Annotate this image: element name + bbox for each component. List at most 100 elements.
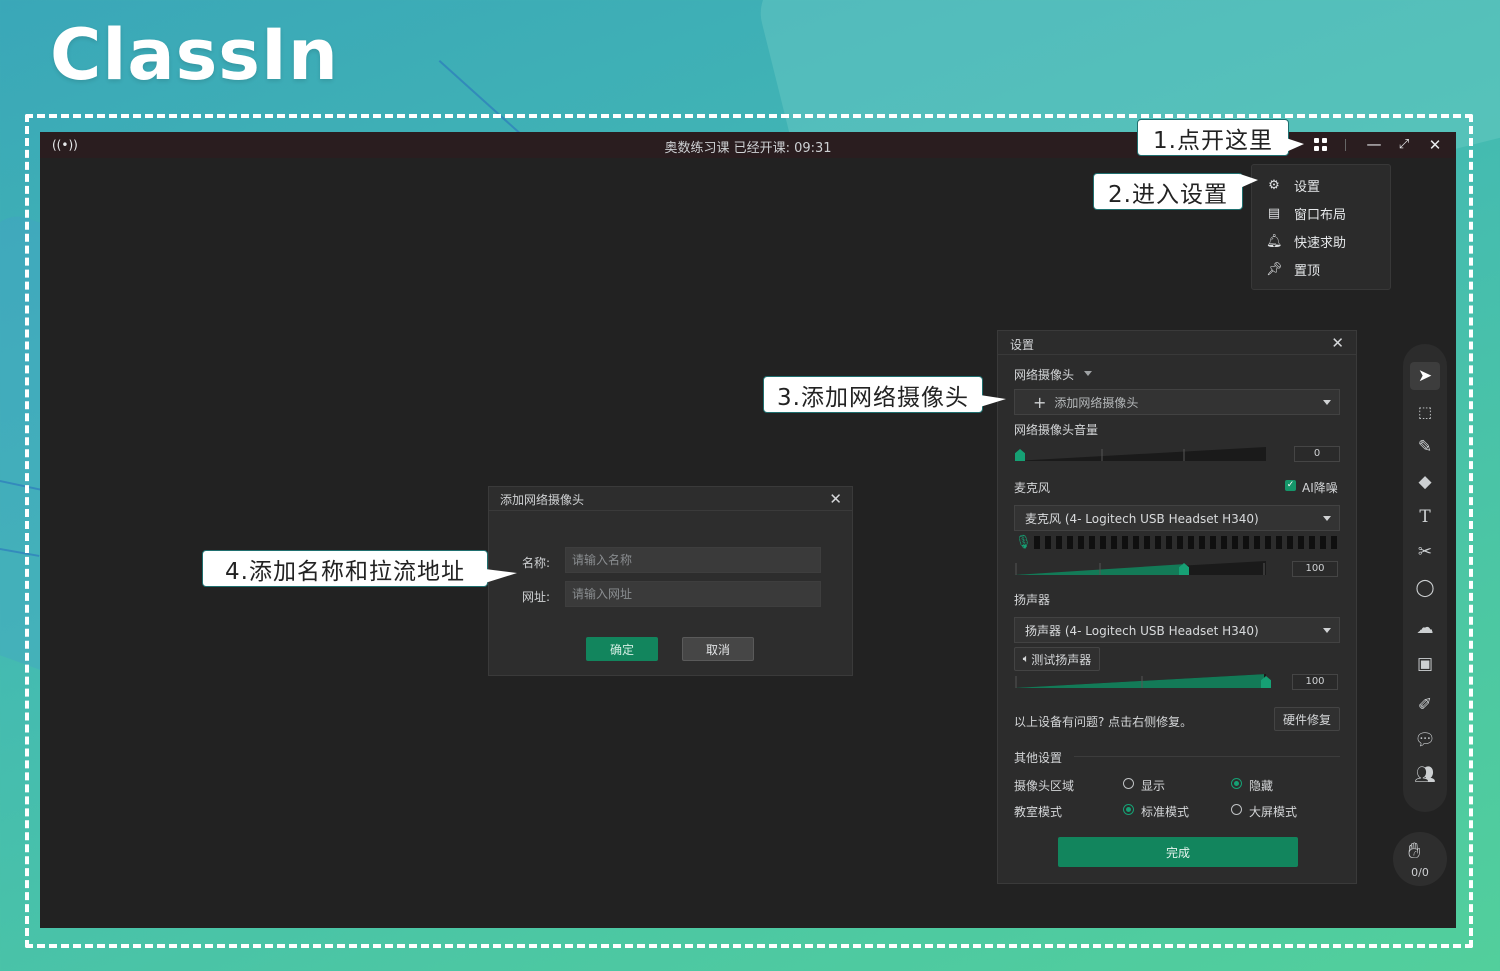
speaker-volume-slider[interactable] bbox=[1014, 672, 1266, 690]
meter-segment bbox=[1133, 536, 1139, 549]
ai-noise-checkbox[interactable]: ✓ bbox=[1285, 480, 1296, 491]
mic-volume-slider[interactable] bbox=[1014, 559, 1266, 577]
select-area-icon[interactable]: ⬚ bbox=[1410, 398, 1440, 426]
section-divider bbox=[1074, 756, 1340, 757]
meter-segment bbox=[1199, 536, 1205, 549]
camera-area-label: 摄像头区域 bbox=[1014, 779, 1075, 793]
restore-icon[interactable]: ⤢ bbox=[1396, 135, 1412, 155]
meter-segment bbox=[1331, 536, 1337, 549]
menu-item-label: 设置 bbox=[1294, 179, 1321, 195]
cancel-button[interactable]: 取消 bbox=[682, 637, 754, 661]
chat-icon[interactable]: 💬︎ bbox=[1410, 726, 1440, 754]
meter-segment bbox=[1045, 536, 1051, 549]
confirm-button[interactable]: 确定 bbox=[586, 637, 658, 661]
meter-segment bbox=[1056, 536, 1062, 549]
chevron-down-icon bbox=[1323, 400, 1331, 405]
speaker-label: 扬声器 bbox=[1014, 593, 1051, 607]
bell-icon: 🔔︎ bbox=[1266, 233, 1283, 249]
settings-title: 设置 bbox=[1010, 338, 1035, 352]
microphone-icon: 🎙︎ bbox=[1015, 535, 1032, 550]
raise-hand-button[interactable]: ✋︎ 0/0 bbox=[1393, 832, 1447, 886]
callout-step1: 1.点开这里 bbox=[1137, 119, 1304, 156]
menu-item-layout[interactable]: ▤ 窗口布局 bbox=[1266, 203, 1346, 223]
speaker-device-dropdown[interactable]: 扬声器 (4- Logitech USB Headset H340) bbox=[1014, 617, 1340, 643]
meter-segment bbox=[1166, 536, 1172, 549]
radio-label: 标准模式 bbox=[1141, 805, 1190, 819]
webcam-section-label: 网络摄像头 bbox=[1014, 368, 1075, 382]
meter-segment bbox=[1320, 536, 1326, 549]
webcam-volume-value[interactable]: 0 bbox=[1294, 446, 1340, 462]
url-input[interactable] bbox=[565, 581, 821, 607]
meter-segment bbox=[1287, 536, 1293, 549]
eraser-icon[interactable]: ◆ bbox=[1410, 468, 1440, 496]
mic-device-dropdown[interactable]: 麦克风 (4- Logitech USB Headset H340) bbox=[1014, 505, 1340, 531]
camera-area-hide-radio[interactable] bbox=[1231, 778, 1242, 789]
chevron-down-icon bbox=[1323, 516, 1331, 521]
meter-segment bbox=[1309, 536, 1315, 549]
bigscreen-mode-radio[interactable] bbox=[1231, 804, 1242, 815]
whiteboard-toolbar: ➤ ⬚ ✎ ◆ T ✂ ◯ ☁ ▣ ✐ 💬︎ 👥︎ bbox=[1403, 344, 1447, 812]
standard-mode-radio[interactable] bbox=[1123, 804, 1134, 815]
hand-icon: ✋︎ bbox=[1408, 839, 1421, 864]
speaker-volume-value[interactable]: 100 bbox=[1292, 674, 1338, 690]
mic-level-meter bbox=[1034, 536, 1337, 549]
add-webcam-dropdown[interactable]: + 添加网络摄像头 bbox=[1014, 389, 1340, 415]
close-icon[interactable]: ✕ bbox=[1331, 335, 1344, 351]
webcam-volume-slider[interactable] bbox=[1014, 445, 1266, 463]
pin-icon: 📌︎ bbox=[1266, 261, 1283, 277]
meter-segment bbox=[1265, 536, 1271, 549]
hardware-repair-button[interactable]: 硬件修复 bbox=[1274, 707, 1340, 731]
camera-area-show-radio[interactable] bbox=[1123, 778, 1134, 789]
meter-segment bbox=[1188, 536, 1194, 549]
minimize-icon[interactable]: — bbox=[1366, 134, 1382, 154]
users-icon[interactable]: 👥︎ bbox=[1410, 761, 1440, 789]
dropdown-label: 麦克风 (4- Logitech USB Headset H340) bbox=[1025, 511, 1259, 526]
name-input[interactable] bbox=[565, 547, 821, 573]
toolbox-icon[interactable]: ▣ bbox=[1410, 650, 1440, 678]
meter-segment bbox=[1177, 536, 1183, 549]
callout-step2: 2.进入设置 bbox=[1093, 173, 1258, 210]
mic-volume-value[interactable]: 100 bbox=[1292, 561, 1338, 577]
close-icon[interactable]: ✕ bbox=[829, 491, 842, 507]
text-icon[interactable]: T bbox=[1410, 503, 1440, 531]
classroom-mode-label: 教室模式 bbox=[1014, 805, 1063, 819]
layout-icon: ▤ bbox=[1267, 205, 1281, 221]
speaker-icon: 🔈︎ bbox=[1022, 652, 1030, 665]
callout-step3: 3.添加网络摄像头 bbox=[763, 376, 1006, 413]
meter-segment bbox=[1221, 536, 1227, 549]
meter-segment bbox=[1144, 536, 1150, 549]
shape-icon[interactable]: ◯ bbox=[1410, 574, 1440, 602]
classroom-window: ((•)) 奥数练习课 已经开课: 09:31 — ⤢ ✕ ⚙ 设置 ▤ 窗口布… bbox=[40, 132, 1456, 928]
edit-icon[interactable]: ✐ bbox=[1410, 691, 1440, 719]
plus-icon: + bbox=[1033, 392, 1047, 412]
menu-item-label: 置顶 bbox=[1294, 263, 1321, 279]
meter-segment bbox=[1276, 536, 1282, 549]
webcam-volume-label: 网络摄像头音量 bbox=[1014, 423, 1099, 437]
done-button[interactable]: 完成 bbox=[1058, 837, 1298, 867]
chevron-down-icon[interactable] bbox=[1084, 371, 1092, 376]
radio-label: 大屏模式 bbox=[1249, 805, 1298, 819]
button-label: 测试扬声器 bbox=[1031, 652, 1092, 667]
menu-item-settings[interactable]: ⚙ 设置 bbox=[1266, 175, 1320, 195]
pen-icon[interactable]: ✎ bbox=[1410, 433, 1440, 461]
gear-icon: ⚙ bbox=[1268, 177, 1280, 193]
dropdown-label: 添加网络摄像头 bbox=[1054, 395, 1139, 410]
grid-menu-icon[interactable] bbox=[1314, 138, 1327, 151]
meter-segment bbox=[1243, 536, 1249, 549]
close-icon[interactable]: ✕ bbox=[1427, 135, 1443, 155]
test-speaker-button[interactable]: 🔈︎ 测试扬声器 bbox=[1014, 647, 1100, 671]
meter-segment bbox=[1100, 536, 1106, 549]
meter-segment bbox=[1089, 536, 1095, 549]
add-webcam-dialog: 添加网络摄像头 ✕ 名称: 网址: 确定 取消 bbox=[488, 486, 853, 676]
cloud-icon[interactable]: ☁ bbox=[1410, 614, 1440, 642]
menu-item-help[interactable]: 🔔︎ 快速求助 bbox=[1266, 231, 1346, 251]
menu-item-pin[interactable]: 📌︎ 置顶 bbox=[1266, 259, 1320, 279]
meter-segment bbox=[1034, 536, 1040, 549]
ai-noise-label: AI降噪 bbox=[1302, 481, 1338, 495]
cursor-icon[interactable]: ➤ bbox=[1410, 362, 1440, 390]
callout-step4: 4.添加名称和拉流地址 bbox=[202, 550, 517, 587]
settings-panel: 设置 ✕ 网络摄像头 + 添加网络摄像头 网络摄像头音量 0 麦克风 ✓ AI降… bbox=[997, 330, 1357, 884]
dialog-title: 添加网络摄像头 bbox=[500, 493, 585, 507]
scissors-icon[interactable]: ✂ bbox=[1410, 538, 1440, 566]
meter-segment bbox=[1122, 536, 1128, 549]
